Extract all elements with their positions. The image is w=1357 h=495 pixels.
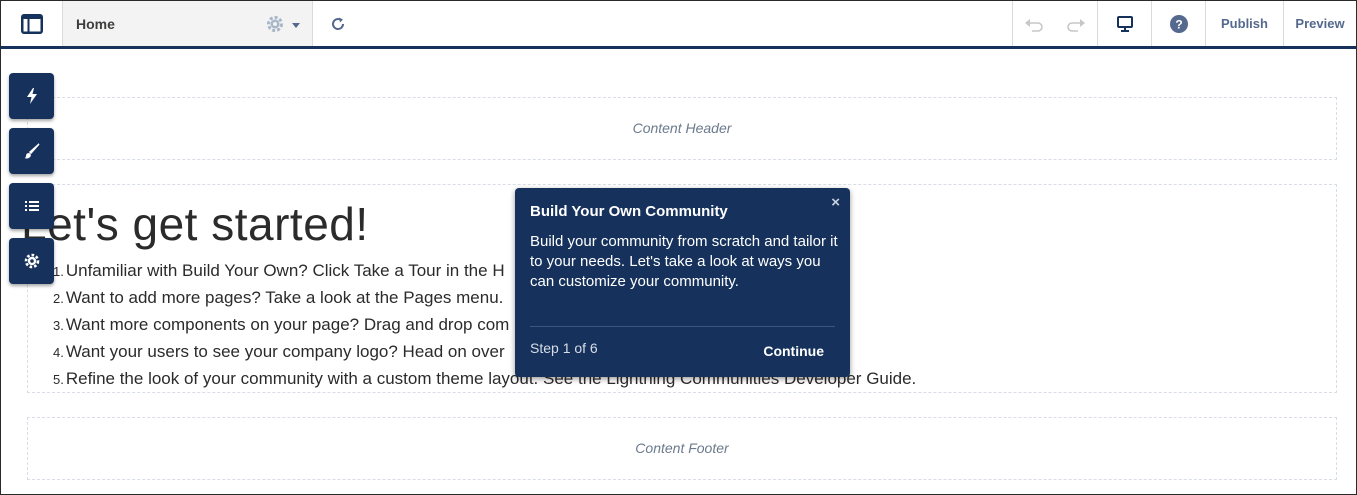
- top-toolbar: Home ? Publish Preview: [1, 1, 1356, 49]
- help-icon: ?: [1169, 14, 1188, 33]
- tour-popover: × Build Your Own Community Build your co…: [515, 188, 850, 377]
- content-footer-label: Content Footer: [635, 440, 729, 456]
- continue-button[interactable]: Continue: [763, 343, 824, 359]
- builder-menu-button[interactable]: [1, 1, 63, 46]
- layout-icon: [20, 13, 43, 34]
- components-panel-button[interactable]: [9, 73, 54, 119]
- lightning-bolt-icon: [26, 88, 37, 104]
- list-icon: [24, 201, 39, 211]
- help-button[interactable]: ?: [1152, 1, 1206, 46]
- theme-panel-button[interactable]: [9, 128, 54, 174]
- paintbrush-icon: [24, 143, 40, 159]
- refresh-button[interactable]: [313, 1, 363, 46]
- content-footer-region[interactable]: Content Footer: [27, 417, 1337, 480]
- chevron-down-icon[interactable]: [292, 23, 300, 28]
- history-group: [1012, 1, 1098, 46]
- popover-divider: [530, 326, 835, 327]
- desktop-icon: [1116, 15, 1133, 32]
- svg-text:?: ?: [1175, 17, 1182, 31]
- popover-body: Build your community from scratch and ta…: [530, 233, 838, 290]
- builder-window: Home ? Publish Preview Content Header Le…: [0, 0, 1357, 495]
- settings-icon: [24, 253, 39, 269]
- popover-title: Build Your Own Community: [530, 203, 728, 220]
- pages-panel-button[interactable]: [9, 183, 54, 229]
- content-header-label: Content Header: [632, 120, 732, 136]
- publish-button[interactable]: Publish: [1206, 1, 1284, 46]
- redo-icon[interactable]: [1066, 16, 1086, 32]
- device-preview-button[interactable]: [1098, 1, 1152, 46]
- refresh-icon: [332, 17, 345, 30]
- content-header-region[interactable]: Content Header: [27, 97, 1337, 160]
- settings-panel-button[interactable]: [9, 238, 54, 284]
- tour-step-indicator: Step 1 of 6: [530, 340, 598, 356]
- gear-icon[interactable]: [266, 15, 284, 33]
- preview-button[interactable]: Preview: [1284, 1, 1356, 46]
- page-title: Let's get started!: [21, 198, 369, 250]
- page-selector-label: Home: [76, 15, 115, 32]
- page-selector[interactable]: Home: [63, 1, 313, 46]
- undo-icon[interactable]: [1024, 16, 1044, 32]
- close-icon[interactable]: ×: [831, 194, 840, 211]
